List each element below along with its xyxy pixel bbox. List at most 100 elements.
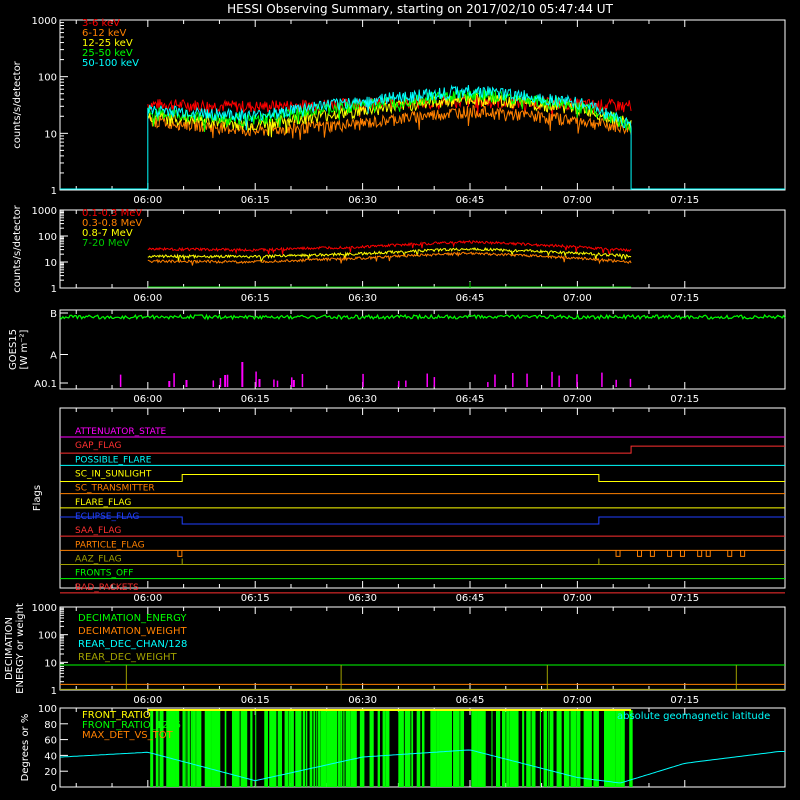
time-tick-label: 07:15 — [670, 593, 699, 604]
front-ratio-1225-bar — [351, 710, 353, 787]
front-ratio-1225-bar — [589, 710, 591, 787]
flag-label: SC_TRANSMITTER — [75, 484, 155, 494]
legend-entry: 50-100 keV — [82, 58, 139, 69]
front-ratio-1225-bar — [612, 710, 616, 787]
front-ratio-1225-bar — [596, 710, 599, 787]
time-tick-label: 07:00 — [563, 394, 592, 405]
front-ratio-1225-bar — [305, 710, 308, 787]
flag-label: PARTICLE_FLAG — [75, 540, 145, 550]
front-ratio-1225-bar — [185, 710, 187, 787]
legend-entry: DECIMATION_WEIGHT — [78, 626, 187, 637]
time-tick-label: 07:00 — [563, 593, 592, 604]
ratio-tick-label: 20 — [44, 767, 57, 778]
front-ratio-1225-bar — [309, 710, 313, 787]
legend-entry: MAX_DET_VS_TOT — [82, 730, 174, 741]
time-tick-label: 07:15 — [670, 695, 699, 706]
front-ratio-1225-bar — [215, 710, 219, 787]
legend-entry: absolute geomagnetic latitude — [617, 711, 770, 722]
front-ratio-1225-bar — [480, 710, 484, 787]
front-ratio-1225-bar — [532, 710, 536, 787]
front-ratio-1225-bar — [411, 710, 414, 787]
decimation-tick-label: 10 — [44, 658, 57, 669]
front-ratio-1225-bar — [205, 710, 210, 787]
flag-label: SC_IN_SUNLIGHT — [75, 470, 152, 480]
front-ratio-1225-bar — [340, 710, 343, 787]
flag-label: GAP_FLAG — [75, 441, 121, 451]
panel1-tick-label: 10 — [44, 129, 57, 140]
time-tick-label: 06:00 — [133, 293, 162, 304]
front-ratio-1225-bar — [511, 710, 515, 787]
front-ratio-1225-bar — [416, 710, 421, 787]
front-ratio-1225-bar — [605, 710, 609, 787]
front-ratio-1225-bar — [370, 710, 374, 787]
time-tick-label: 06:45 — [456, 195, 485, 206]
front-ratio-1225-bar — [491, 710, 493, 787]
front-ratio-1225-bar — [436, 710, 440, 787]
panel2-tick-label: 10 — [44, 258, 57, 269]
front-ratio-1225-bar — [320, 710, 325, 787]
front-ratio-1225-bar — [264, 710, 268, 787]
front-ratio-1225-bar — [313, 710, 315, 787]
front-ratio-1225-bar — [483, 710, 486, 787]
decimation-ylabel: DECIMATION — [4, 617, 15, 680]
time-tick-label: 06:30 — [348, 195, 377, 206]
front-ratio-1225-bar — [209, 710, 212, 787]
front-ratio-1225-bar — [421, 710, 424, 787]
time-tick-label: 06:45 — [456, 293, 485, 304]
front-ratio-1225-bar — [211, 710, 215, 787]
front-ratio-1225-bar — [539, 710, 541, 787]
front-ratio-1225-bar — [353, 710, 357, 787]
front-ratio-1225-bar — [192, 710, 196, 787]
ratio-tick-label: 40 — [44, 751, 57, 762]
goes-tick-label: B — [50, 309, 57, 320]
front-ratio-1225-bar — [360, 710, 365, 787]
ratio-tick-label: 0 — [51, 783, 57, 794]
front-ratio-1225-bar — [343, 710, 345, 787]
front-ratio-1225-bar — [522, 710, 524, 787]
front-ratio-1225-bar — [190, 710, 193, 787]
flag-label: SAA_FLAG — [75, 526, 121, 536]
front-ratio-1225-bar — [548, 710, 550, 787]
flag-label: BAD_PACKETS — [75, 583, 139, 593]
flag-label: FRONTS_OFF — [75, 569, 133, 579]
front-ratio-1225-bar — [528, 710, 531, 787]
front-ratio-1225-bar — [476, 710, 478, 787]
front-ratio-1225-bar — [462, 710, 465, 787]
front-ratio-1225-bar — [295, 710, 300, 787]
front-ratio-1225-bar — [450, 710, 452, 787]
front-ratio-1225-bar — [506, 710, 510, 787]
front-ratio-1225-bar — [316, 710, 318, 787]
front-ratio-1225-bar — [302, 710, 306, 787]
front-ratio-1225-bar — [187, 710, 190, 787]
front-ratio-1225-bar — [399, 710, 404, 787]
front-ratio-1225-bar — [434, 710, 437, 787]
time-tick-label: 06:30 — [348, 695, 377, 706]
front-ratio-1225-bar — [382, 710, 386, 787]
time-tick-label: 07:00 — [563, 293, 592, 304]
front-ratio-1225-bar — [243, 710, 247, 787]
ratio-tick-label: 100 — [38, 704, 57, 715]
front-ratio-1225-bar — [255, 710, 257, 787]
front-ratio-1225-bar — [576, 710, 581, 787]
front-ratio-1225-bar — [543, 710, 548, 787]
front-ratio-1225-bar — [516, 710, 519, 787]
front-ratio-1225-bar — [430, 710, 435, 787]
front-ratio-1225-bar — [584, 710, 588, 787]
decimation-tick-label: 1 — [51, 686, 57, 697]
time-tick-label: 07:00 — [563, 195, 592, 206]
goes-tick-label: A — [50, 351, 57, 362]
time-tick-label: 06:45 — [456, 695, 485, 706]
goes-tick-label: A0.1 — [34, 379, 57, 390]
chart-title: HESSI Observing Summary, starting on 201… — [227, 2, 613, 16]
time-tick-label: 07:15 — [670, 394, 699, 405]
time-tick-label: 06:15 — [241, 293, 270, 304]
panel1-tick-label: 100 — [38, 73, 57, 84]
front-ratio-1225-bar — [318, 710, 321, 787]
decimation-ylabel: ENERGY or weight — [15, 603, 26, 694]
front-ratio-1225-bar — [460, 710, 463, 787]
time-tick-label: 06:30 — [348, 593, 377, 604]
time-tick-label: 06:30 — [348, 293, 377, 304]
hessi-summary-chart: HESSI Observing Summary, starting on 201… — [0, 0, 800, 800]
front-ratio-1225-bar — [471, 710, 476, 787]
time-tick-label: 06:00 — [133, 394, 162, 405]
